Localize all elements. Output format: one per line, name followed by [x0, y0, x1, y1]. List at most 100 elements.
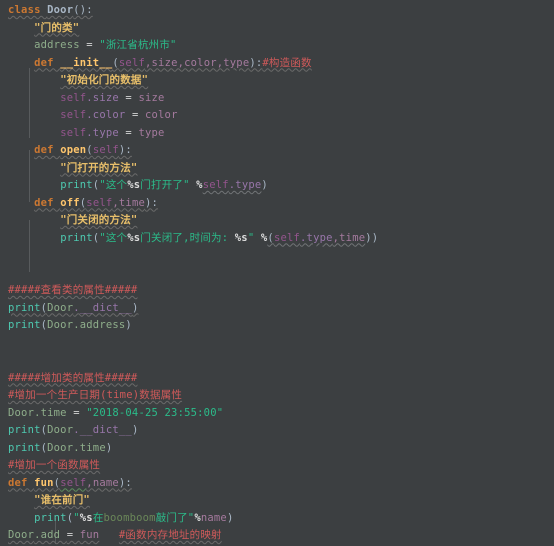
- code-token: print: [8, 301, 41, 314]
- code-line[interactable]: "门打开的方法": [0, 160, 554, 178]
- code-token: .time: [73, 441, 106, 454]
- code-token: print: [8, 424, 41, 436]
- code-token: address: [34, 39, 87, 51]
- code-token: color: [144, 109, 178, 121]
- code-line[interactable]: [0, 352, 554, 370]
- code-token: print: [8, 319, 41, 331]
- code-token: 门关闭了,时间为:: [140, 231, 235, 244]
- code-token: ,size,color,type: [145, 56, 250, 69]
- code-line[interactable]: print("这个%s门关闭了,时间为: %s" %(self.type,tim…: [0, 230, 554, 248]
- code-line[interactable]: self.color = color: [0, 107, 554, 125]
- code-token: Door: [47, 319, 74, 331]
- code-token: "浙江省杭州市": [99, 39, 177, 51]
- code-line[interactable]: print(Door.address): [0, 317, 554, 335]
- code-editor-window[interactable]: class Door(): "门的类" address = "浙江省杭州市" d…: [0, 0, 554, 546]
- code-token: self: [86, 196, 113, 209]
- code-line[interactable]: def open(self):: [0, 142, 554, 160]
- code-line[interactable]: print(Door.time): [0, 440, 554, 458]
- code-token: "谁在前门": [34, 494, 90, 506]
- code-token: ):: [118, 144, 132, 156]
- code-token: #构造函数: [262, 56, 312, 69]
- code-line[interactable]: Door.add = fun #函数内存地址的映射: [0, 527, 554, 545]
- code-line[interactable]: def fun(self,name):: [0, 475, 554, 493]
- code-token: 敲门了": [155, 511, 195, 524]
- code-token: 在: [92, 511, 104, 524]
- code-line[interactable]: "门关闭的方法": [0, 212, 554, 230]
- code-token: ,time: [332, 231, 366, 244]
- code-line[interactable]: "门的类": [0, 20, 554, 38]
- code-token: fun: [34, 476, 54, 489]
- code-line[interactable]: self.size = size: [0, 90, 554, 108]
- code-token: Door: [47, 4, 74, 16]
- code-line[interactable]: self.type = type: [0, 125, 554, 143]
- code-token: ():: [73, 4, 93, 16]
- code-token: "这个: [99, 231, 128, 244]
- code-token: %s: [127, 179, 141, 191]
- code-token: .add: [34, 529, 67, 541]
- code-token: .time: [34, 406, 74, 419]
- code-token: .__dict__: [73, 424, 132, 436]
- code-line[interactable]: #####增加类的属性#####: [0, 370, 554, 388]
- code-line[interactable]: address = "浙江省杭州市": [0, 37, 554, 55]
- code-content[interactable]: class Door(): "门的类" address = "浙江省杭州市" d…: [0, 0, 554, 546]
- code-token: print: [8, 441, 41, 454]
- code-token: 门打开了": [140, 179, 190, 191]
- code-token: .address: [73, 319, 126, 331]
- code-token: def: [8, 476, 35, 489]
- code-line[interactable]: #####查看类的属性#####: [0, 282, 554, 300]
- code-token: .type: [300, 231, 333, 244]
- code-token: ):: [118, 476, 132, 489]
- code-token: Door: [8, 406, 35, 419]
- code-line[interactable]: print(Door.__dict__): [0, 422, 554, 440]
- code-line[interactable]: "初始化门的数据": [0, 72, 554, 90]
- code-token: boomboom: [103, 511, 156, 524]
- code-line[interactable]: class Door():: [0, 2, 554, 20]
- code-token: #####查看类的属性#####: [8, 284, 138, 296]
- code-line[interactable]: def off(self,time):: [0, 195, 554, 213]
- code-token: "门的类": [34, 21, 80, 34]
- code-token: def: [34, 144, 61, 156]
- code-line[interactable]: #增加一个函数属性: [0, 457, 554, 475]
- code-token: self: [118, 56, 145, 69]
- code-token: "这个: [99, 179, 128, 191]
- code-token: self: [60, 476, 87, 489]
- code-token: self: [60, 126, 87, 139]
- code-line[interactable]: [0, 335, 554, 353]
- code-token: ): [125, 319, 132, 331]
- code-line[interactable]: print("这个%s门打开了" %self.type): [0, 177, 554, 195]
- code-token: .size: [86, 91, 126, 104]
- code-line[interactable]: [0, 265, 554, 283]
- code-line[interactable]: #增加一个生产日期(time)数据属性: [0, 387, 554, 405]
- code-line[interactable]: print("%s在boomboom敲门了"%name): [0, 510, 554, 528]
- code-line[interactable]: "谁在前门": [0, 492, 554, 510]
- code-token: def: [34, 56, 61, 69]
- code-token: class: [8, 4, 48, 16]
- code-line[interactable]: print(Door.__dict__): [0, 300, 554, 318]
- code-token: self: [273, 231, 301, 244]
- code-token: Door: [8, 529, 35, 541]
- code-token: ,name: [86, 476, 119, 489]
- code-token: =: [73, 406, 87, 419]
- code-token: self: [60, 91, 87, 104]
- code-line[interactable]: [0, 247, 554, 265]
- code-token: ,time: [112, 196, 145, 209]
- code-token: )): [365, 231, 379, 244]
- code-token: "2018-04-25 23:55:00": [86, 406, 224, 419]
- code-token: ): [105, 441, 113, 454]
- code-line[interactable]: def __init__(self,size,color,type):#构造函数: [0, 55, 554, 73]
- code-token: #函数内存地址的映射: [118, 529, 222, 541]
- code-token: "门关闭的方法": [60, 214, 138, 226]
- code-token: "初始化门的数据": [60, 74, 149, 86]
- code-token: ): [261, 179, 268, 191]
- code-line[interactable]: Door.time = "2018-04-25 23:55:00": [0, 405, 554, 423]
